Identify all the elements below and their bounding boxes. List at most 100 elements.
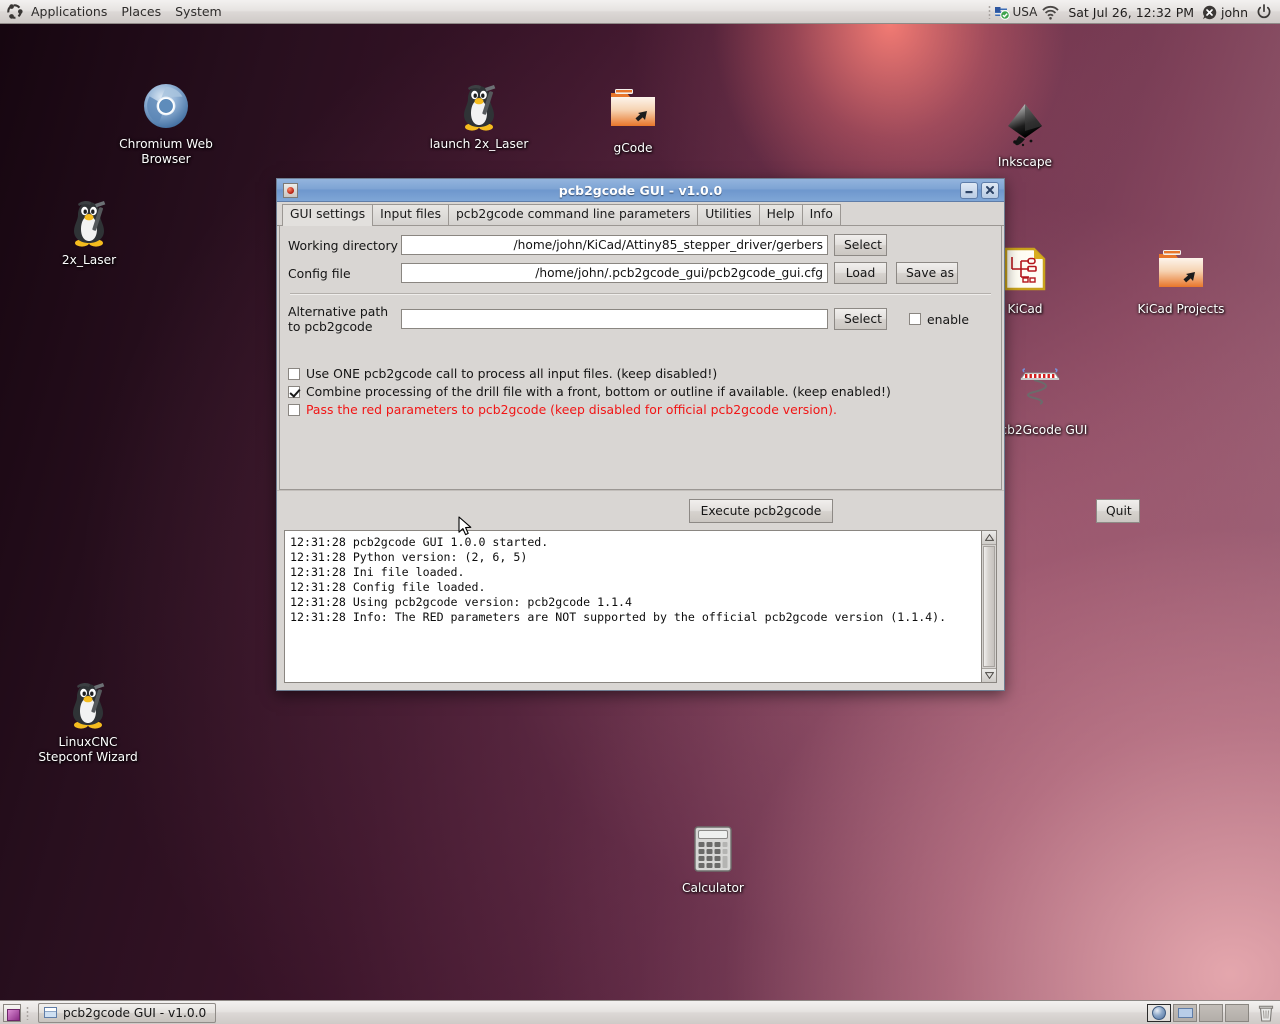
desktop-icon-label: KiCad: [1007, 302, 1043, 316]
window-controls: [960, 181, 1001, 199]
working-directory-label: Working directory: [288, 237, 398, 253]
workspace-chromium-icon: [1152, 1005, 1166, 1020]
tab-info[interactable]: Info: [801, 204, 841, 225]
desktop-icon-label: gCode: [613, 141, 653, 155]
tab-help[interactable]: Help: [758, 204, 803, 225]
keyboard-layout-icon[interactable]: [994, 5, 1011, 20]
alternative-path-input[interactable]: [401, 309, 828, 329]
clock[interactable]: Sat Jul 26, 12:32 PM: [1060, 5, 1202, 20]
desktop-icon-calculator[interactable]: Calculator: [653, 823, 773, 896]
scrollbar-thumb[interactable]: [983, 546, 995, 667]
desktop-icon-gcode-folder[interactable]: gCode: [573, 82, 693, 156]
execute-pcb2gcode-button[interactable]: Execute pcb2gcode: [689, 498, 833, 523]
taskbar-button-label: pcb2gcode GUI - v1.0.0: [63, 1005, 207, 1020]
combine-drill-checkbox[interactable]: [288, 385, 300, 398]
tab-gui-settings[interactable]: GUI settings: [282, 204, 374, 226]
pcb2gcode-gui-window[interactable]: pcb2gcode GUI - v1.0.0 GUI settings Inpu…: [276, 178, 1140, 691]
section-divider: [290, 293, 991, 295]
bottom-panel-separator: [26, 1005, 29, 1020]
log-output-panel[interactable]: 12:31:28 pcb2gcode GUI 1.0.0 started. 12…: [284, 530, 997, 683]
scroll-down-arrow-icon[interactable]: [982, 668, 996, 682]
show-desktop-icon[interactable]: [3, 1003, 21, 1022]
desktop-icon-label: KiCad Projects: [1137, 302, 1225, 316]
config-file-load-button[interactable]: Load: [834, 262, 887, 284]
close-icon[interactable]: [981, 181, 999, 199]
pass-red-parameters-label: Pass the red parameters to pcb2gcode (ke…: [306, 402, 837, 417]
desktop-icon-chromium-web-browser[interactable]: Chromium Web Browser: [106, 80, 226, 167]
action-button-bar: Execute pcb2gcode Quit: [277, 490, 1140, 530]
desktop-icon-label: LinuxCNC Stepconf Wizard: [38, 735, 138, 764]
combine-drill-label: Combine processing of the drill file wit…: [306, 384, 891, 399]
workspace-3[interactable]: [1199, 1003, 1223, 1022]
desktop-icon-label: launch 2x_Laser: [429, 137, 529, 151]
workspace-switcher: [1146, 1003, 1250, 1022]
desktop-icon-kicad-projects[interactable]: KiCad Projects: [1121, 243, 1241, 317]
tab-pcb2gcode-command-line-parameters[interactable]: pcb2gcode command line parameters: [448, 204, 699, 225]
desktop-icon-label: pcb2Gcode GUI: [992, 423, 1088, 437]
tab-utilities[interactable]: Utilities: [697, 204, 760, 225]
option-pass-red-parameters[interactable]: Pass the red parameters to pcb2gcode (ke…: [288, 402, 993, 417]
working-directory-input[interactable]: /home/john/KiCad/Attiny85_stepper_driver…: [401, 235, 828, 255]
desktop-icon-linuxcnc-stepconf-wizard[interactable]: LinuxCNC Stepconf Wizard: [28, 680, 148, 765]
workspace-1[interactable]: [1147, 1003, 1171, 1022]
user-status-icon[interactable]: [1202, 5, 1217, 20]
folder-shortcut-icon: [1121, 247, 1241, 299]
options-group: Use ONE pcb2gcode call to process all in…: [288, 366, 993, 417]
desktop-icon-launch-2x-laser[interactable]: launch 2x_Laser: [419, 82, 539, 152]
alternative-path-enable-row[interactable]: enable: [909, 312, 969, 327]
user-name[interactable]: john: [1221, 5, 1256, 20]
alternative-path-label-line2: to pcb2gcode: [288, 319, 373, 334]
menu-places[interactable]: Places: [114, 0, 168, 23]
log-scrollbar[interactable]: [981, 531, 996, 682]
menu-applications[interactable]: Applications: [24, 0, 114, 23]
trash-icon[interactable]: [1256, 1003, 1276, 1023]
config-file-row: Config file /home/john/.pcb2gcode_gui/pc…: [288, 262, 993, 284]
scroll-up-arrow-icon[interactable]: [982, 531, 996, 545]
config-file-label: Config file: [288, 265, 351, 281]
workspace-4[interactable]: [1225, 1003, 1249, 1022]
power-icon[interactable]: [1256, 4, 1272, 20]
desktop-icon-inkscape[interactable]: Inkscape: [965, 98, 1085, 170]
alternative-path-enable-label: enable: [927, 311, 969, 327]
alternative-path-label: Alternative path to pcb2gcode: [288, 304, 401, 334]
alternative-path-enable-checkbox[interactable]: [909, 313, 921, 325]
alternative-path-label-line1: Alternative path: [288, 304, 389, 319]
desktop-icon-2x-laser[interactable]: 2x_Laser: [29, 198, 149, 268]
pass-red-parameters-checkbox[interactable]: [288, 403, 300, 416]
workspace-window-icon: [1177, 1007, 1193, 1018]
config-file-input[interactable]: /home/john/.pcb2gcode_gui/pcb2gcode_gui.…: [401, 263, 828, 283]
tux-icon: [29, 198, 149, 250]
ubuntu-logo-icon[interactable]: [6, 3, 23, 20]
quit-button[interactable]: Quit: [1096, 498, 1140, 523]
bottom-panel-right: [1146, 1003, 1280, 1023]
option-use-one-call[interactable]: Use ONE pcb2gcode call to process all in…: [288, 366, 993, 381]
application-icon[interactable]: [283, 182, 298, 198]
system-tray: USA Sat Jul 26, 12:32 PM john: [985, 0, 1280, 24]
inkscape-icon: [965, 100, 1085, 152]
tux-icon: [28, 680, 148, 732]
option-combine-drill[interactable]: Combine processing of the drill file wit…: [288, 384, 993, 399]
alternative-path-row: Alternative path to pcb2gcode Select ena…: [288, 304, 993, 334]
folder-shortcut-icon: [573, 86, 693, 138]
chromium-icon: [106, 82, 226, 134]
config-file-save-as-button[interactable]: Save as: [896, 262, 958, 284]
bottom-panel: pcb2gcode GUI - v1.0.0: [0, 1000, 1280, 1024]
desktop-icon-label: Chromium Web Browser: [119, 137, 213, 166]
desktop-icon-label: Inkscape: [997, 155, 1053, 169]
tux-icon: [419, 82, 539, 134]
log-output-text: 12:31:28 pcb2gcode GUI 1.0.0 started. 12…: [290, 535, 947, 624]
working-directory-row: Working directory /home/john/KiCad/Attin…: [288, 234, 993, 256]
minimize-icon[interactable]: [960, 181, 978, 199]
tab-bar: GUI settings Input files pcb2gcode comma…: [277, 202, 1004, 226]
taskbar-button-pcb2gcode-gui[interactable]: pcb2gcode GUI - v1.0.0: [38, 1002, 217, 1023]
tab-input-files[interactable]: Input files: [372, 204, 449, 225]
workspace-2[interactable]: [1173, 1003, 1197, 1022]
menu-system[interactable]: System: [168, 0, 229, 23]
window-titlebar[interactable]: pcb2gcode GUI - v1.0.0: [277, 179, 1004, 202]
wifi-icon[interactable]: [1041, 5, 1060, 20]
use-one-call-checkbox[interactable]: [288, 367, 300, 380]
working-directory-select-button[interactable]: Select: [834, 234, 887, 256]
use-one-call-label: Use ONE pcb2gcode call to process all in…: [306, 366, 718, 381]
alternative-path-select-button[interactable]: Select: [834, 308, 887, 330]
tab-panel-gui-settings: Working directory /home/john/KiCad/Attin…: [279, 226, 1002, 490]
